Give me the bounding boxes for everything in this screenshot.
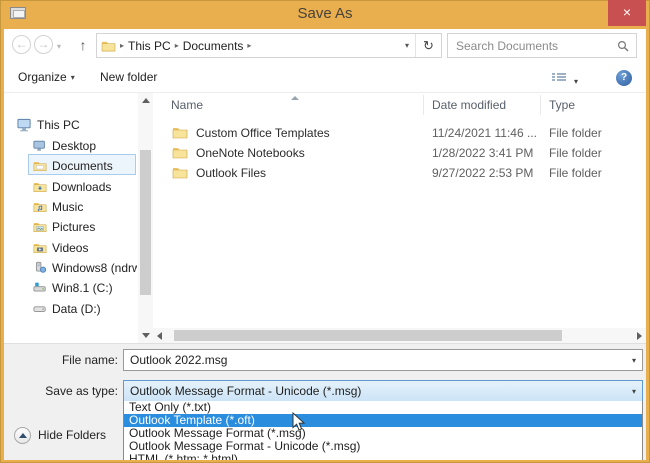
file-row-custom-office-templates[interactable]: Custom Office Templates 11/24/2021 11:46… <box>153 123 646 143</box>
column-header-date-modified[interactable]: Date modified <box>432 98 506 112</box>
breadcrumb-chevron-icon: ▸ <box>120 41 125 50</box>
file-name-value[interactable]: Outlook 2022.msg <box>124 353 632 367</box>
command-bar: Organize ▾ New folder ▾ ? <box>4 63 646 93</box>
back-button[interactable]: ← <box>12 35 31 54</box>
address-folder-icon <box>101 41 116 52</box>
file-name-input[interactable]: Outlook 2022.msg ▾ <box>123 349 643 371</box>
forward-button[interactable]: → <box>34 35 53 54</box>
sidebar-item-music[interactable]: Music <box>33 197 83 216</box>
file-row-outlook-files[interactable]: Outlook Files 9/27/2022 2:53 PM File fol… <box>153 163 646 183</box>
option-outlook-template[interactable]: Outlook Template (*.oft) <box>124 414 642 427</box>
refresh-button[interactable]: ↻ <box>415 34 441 57</box>
breadcrumb-documents[interactable]: Documents <box>183 39 244 53</box>
window-title: Save As <box>297 5 353 22</box>
breadcrumb-chevron-icon[interactable]: ▸ <box>171 41 183 50</box>
folder-icon <box>172 128 188 139</box>
sidebar-item-videos[interactable]: Videos <box>33 238 88 257</box>
option-html[interactable]: HTML (*.htm; *.html) <box>124 453 642 460</box>
address-dropdown-chevron-icon[interactable]: ▾ <box>399 41 415 50</box>
horizontal-scrollbar-thumb[interactable] <box>174 330 562 341</box>
save-as-type-value[interactable]: Outlook Message Format - Unicode (*.msg) <box>124 384 632 398</box>
pictures-folder-icon <box>33 223 47 233</box>
save-form-pane: File name: Outlook 2022.msg ▾ Save as ty… <box>4 343 646 460</box>
sidebar-item-pictures[interactable]: Pictures <box>33 217 95 236</box>
hide-folders-chevron-up-icon <box>14 426 31 444</box>
dialog-body: ← → ▾ ↑ ▸ This PC ▸ Documents ▸ ▾ ↻ Sear… <box>4 29 646 460</box>
organize-dropdown-chevron-icon: ▾ <box>70 73 75 82</box>
column-divider[interactable] <box>423 95 424 115</box>
recent-locations-chevron-icon[interactable]: ▾ <box>57 42 61 51</box>
file-list-horizontal-scrollbar[interactable] <box>153 328 646 343</box>
column-header-name[interactable]: Name <box>171 98 203 112</box>
breadcrumb-chevron-icon[interactable]: ▸ <box>243 41 255 50</box>
file-list: Name Date modified Type Custom Office Te… <box>153 93 646 343</box>
sidebar-item-this-pc[interactable]: This PC <box>17 115 80 134</box>
organize-button[interactable]: Organize ▾ <box>18 70 75 84</box>
music-folder-icon <box>33 203 47 213</box>
main-area: This PC Desktop Documents Downloads Musi… <box>4 93 646 343</box>
save-as-type-select[interactable]: Outlook Message Format - Unicode (*.msg)… <box>123 380 643 402</box>
sidebar-item-win81-c-drive[interactable]: Win8.1 (C:) <box>33 278 113 297</box>
search-box[interactable]: Search Documents <box>447 33 637 58</box>
sidebar-item-documents[interactable]: Documents <box>33 156 113 175</box>
view-dropdown-chevron-icon[interactable]: ▾ <box>574 77 578 86</box>
up-button[interactable]: ↑ <box>74 35 92 55</box>
option-outlook-message-format[interactable]: Outlook Message Format (*.msg) <box>124 427 642 440</box>
hide-folders-button[interactable]: Hide Folders <box>14 424 106 446</box>
folder-icon <box>172 168 188 179</box>
desktop-icon <box>33 140 45 151</box>
file-name-label: File name: <box>61 353 118 367</box>
sidebar-item-desktop[interactable]: Desktop <box>33 136 96 155</box>
help-icon[interactable]: ? <box>616 70 632 86</box>
downloads-folder-icon <box>33 183 47 193</box>
sort-ascending-icon <box>291 96 299 100</box>
address-bar[interactable]: ▸ This PC ▸ Documents ▸ ▾ ↻ <box>96 33 442 58</box>
sidebar-scrollbar-thumb[interactable] <box>140 150 151 295</box>
combo-chevron-down-icon[interactable]: ▾ <box>632 356 642 365</box>
option-text-only[interactable]: Text Only (*.txt) <box>124 401 642 414</box>
drive-icon <box>33 306 46 312</box>
details-view-icon[interactable] <box>552 73 566 84</box>
folder-icon <box>172 148 188 159</box>
scroll-up-arrow-icon[interactable] <box>142 98 150 103</box>
mouse-cursor-icon <box>292 412 306 431</box>
sidebar-item-downloads[interactable]: Downloads <box>33 177 111 196</box>
documents-folder-icon <box>33 162 47 172</box>
column-divider[interactable] <box>540 95 541 115</box>
sidebar-item-data-d-drive[interactable]: Data (D:) <box>33 299 101 318</box>
close-button[interactable]: × <box>608 0 646 26</box>
videos-folder-icon <box>33 244 47 254</box>
save-as-type-dropdown: Text Only (*.txt) Outlook Template (*.of… <box>123 401 643 460</box>
scroll-left-arrow-icon[interactable] <box>157 332 162 340</box>
system-drive-icon <box>33 282 46 292</box>
computer-icon <box>17 118 31 131</box>
file-row-onenote-notebooks[interactable]: OneNote Notebooks 1/28/2022 3:41 PM File… <box>153 143 646 163</box>
sidebar-vertical-scrollbar[interactable] <box>138 93 153 343</box>
save-as-dialog: Save As × ← → ▾ ↑ ▸ This PC ▸ Documents … <box>0 0 650 463</box>
sidebar-item-windows8-network-drive[interactable]: Windows8 (ndrw <box>33 258 137 277</box>
search-icon <box>617 40 629 51</box>
scroll-right-arrow-icon[interactable] <box>637 332 642 340</box>
search-input[interactable]: Search Documents <box>448 39 617 53</box>
navigation-bar: ← → ▾ ↑ ▸ This PC ▸ Documents ▸ ▾ ↻ Sear… <box>4 29 646 63</box>
title-bar: Save As × <box>0 0 650 29</box>
scroll-down-arrow-icon[interactable] <box>142 333 150 338</box>
column-header-type[interactable]: Type <box>549 98 575 112</box>
breadcrumb-this-pc[interactable]: This PC <box>128 39 171 53</box>
combo-chevron-down-icon[interactable]: ▾ <box>632 387 642 396</box>
new-folder-button[interactable]: New folder <box>100 70 157 84</box>
network-drive-icon <box>36 261 47 273</box>
option-outlook-message-format-unicode[interactable]: Outlook Message Format - Unicode (*.msg) <box>124 440 642 453</box>
save-as-type-label: Save as type: <box>45 384 118 398</box>
